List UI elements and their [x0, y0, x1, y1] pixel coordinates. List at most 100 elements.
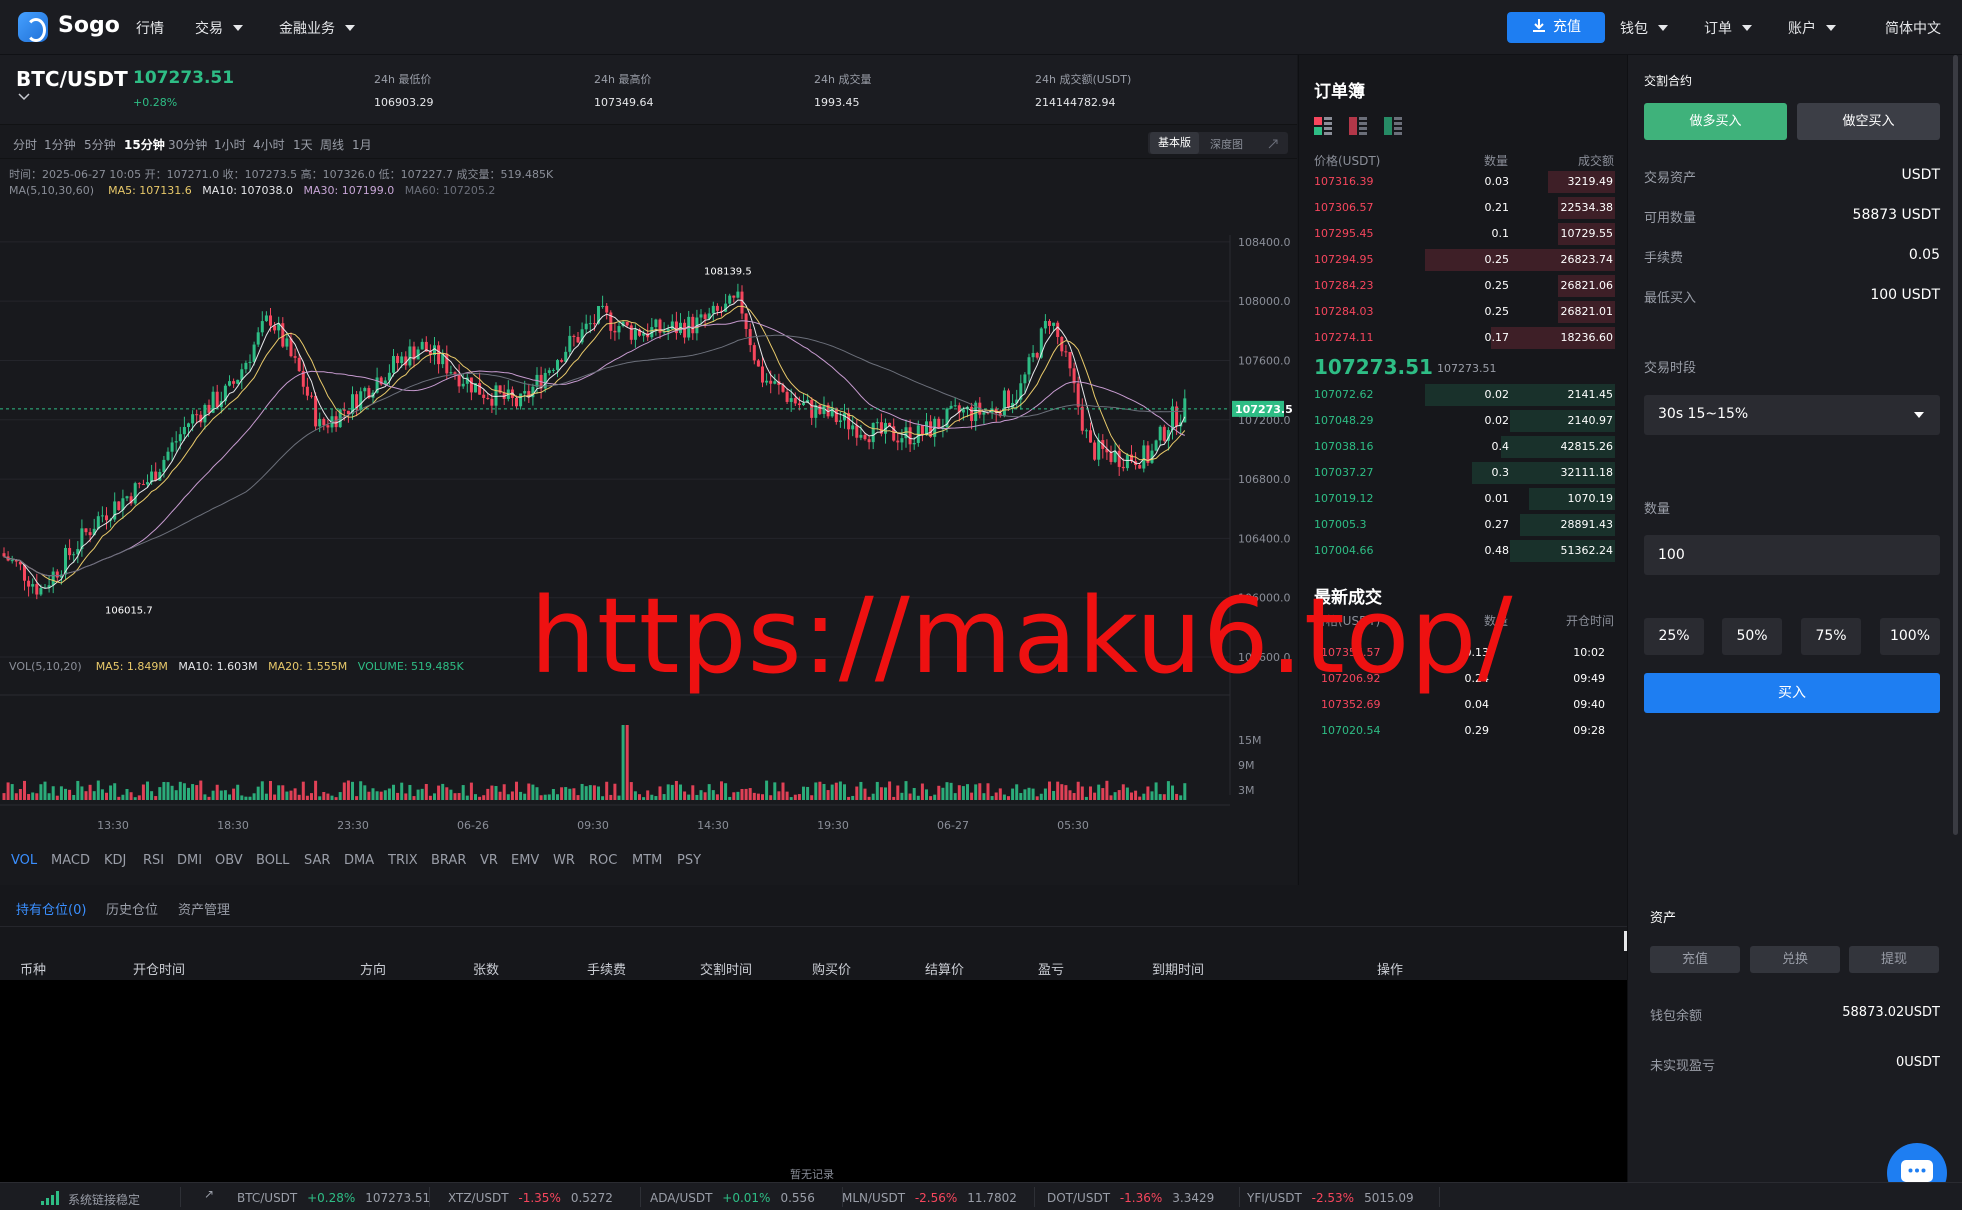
nav-trade[interactable]: 交易 [195, 18, 243, 38]
collapse-icon[interactable]: ↗ [204, 1187, 214, 1201]
candle-body [855, 425, 859, 438]
tf-item[interactable]: 周线 [320, 136, 344, 153]
pair-selector[interactable]: BTC/USDT [16, 67, 128, 91]
nav-wallet[interactable]: 钱包 [1620, 18, 1668, 38]
buy-long-button[interactable]: 做多买入 [1644, 103, 1787, 140]
book-asks-icon[interactable] [1349, 117, 1367, 135]
orderbook-row[interactable]: 107306.57 0.21 22534.38 [1299, 195, 1627, 221]
indicator-tab[interactable]: PSY [677, 853, 701, 868]
fee-value: 0.05 [1908, 247, 1940, 263]
volume-bar [449, 789, 453, 800]
indicator-tab[interactable]: MACD [51, 853, 90, 868]
orderbook-row[interactable]: 107294.95 0.25 26823.74 [1299, 247, 1627, 273]
tf-item-active[interactable]: 15分钟 [124, 136, 165, 153]
volume-bar [219, 790, 223, 800]
tf-item[interactable]: 1天 [293, 136, 313, 153]
ticker-item[interactable]: ADA/USDT +0.01% 0.556 [650, 1191, 815, 1205]
volume-bar [560, 787, 564, 800]
orderbook-row[interactable]: 107284.03 0.25 26821.01 [1299, 299, 1627, 325]
nav-account[interactable]: 账户 [1788, 18, 1836, 38]
ticker-item[interactable]: MLN/USDT -2.56% 11.7802 [842, 1191, 1017, 1205]
orderbook-row[interactable]: 107284.23 0.25 26821.06 [1299, 273, 1627, 299]
indicator-tab[interactable]: DMA [344, 853, 374, 868]
indicator-tab[interactable]: TRIX [388, 853, 418, 868]
book-bids-icon[interactable] [1384, 117, 1402, 135]
asset-value: USDT [1901, 167, 1940, 183]
language-switch[interactable]: 简体中文 [1885, 18, 1941, 38]
tf-item[interactable]: 1月 [352, 136, 372, 153]
buy-short-button[interactable]: 做空买入 [1797, 103, 1940, 140]
indicator-tab[interactable]: RSI [143, 853, 164, 868]
tab-history-positions[interactable]: 历史仓位 [106, 899, 158, 918]
orderbook-row[interactable]: 107072.62 0.02 2141.45 [1299, 382, 1627, 408]
tf-item[interactable]: 1分钟 [44, 136, 76, 153]
row-qty: 0.48 [1484, 544, 1510, 557]
orderbook-row[interactable]: 107316.39 0.03 3219.49 [1299, 169, 1627, 195]
volume-bar [182, 783, 186, 800]
pct-50-button[interactable]: 50% [1722, 618, 1782, 655]
ticker-item[interactable]: BTC/USDT +0.28% 107273.51 [237, 1191, 430, 1205]
orderbook-row[interactable]: 107048.29 0.02 2140.97 [1299, 408, 1627, 434]
trade-qty: 0.04 [1464, 698, 1490, 711]
volume-bar [125, 788, 129, 800]
indicator-tab[interactable]: MTM [632, 853, 662, 868]
qty-input[interactable]: 100 [1644, 535, 1940, 575]
indicator-tab[interactable]: DMI [177, 853, 202, 868]
brand-name[interactable]: Sogo [58, 13, 120, 38]
nav-finance[interactable]: 金融业务 [279, 18, 355, 38]
buy-button[interactable]: 买入 [1644, 673, 1940, 713]
expand-icon[interactable] [1268, 139, 1278, 149]
orderbook-row[interactable]: 107005.3 0.27 28891.43 [1299, 512, 1627, 538]
pct-25-button[interactable]: 25% [1644, 618, 1704, 655]
orderbook-row[interactable]: 107019.12 0.01 1070.19 [1299, 486, 1627, 512]
tf-item[interactable]: 1小时 [214, 136, 246, 153]
chevron-down-icon[interactable] [18, 93, 30, 101]
last-price: 107273.51 [133, 68, 235, 88]
orderbook-row[interactable]: 107037.27 0.3 32111.18 [1299, 460, 1627, 486]
indicator-tab[interactable]: ROC [589, 853, 617, 868]
indicator-tab[interactable]: EMV [511, 853, 539, 868]
ticker-item[interactable]: DOT/USDT -1.36% 3.3429 [1047, 1191, 1214, 1205]
orderbook-row[interactable]: 107274.11 0.17 18236.60 [1299, 325, 1627, 351]
indicator-tab[interactable]: OBV [215, 853, 243, 868]
indicator-tab[interactable]: SAR [304, 853, 330, 868]
pct-100-button[interactable]: 100% [1880, 618, 1940, 655]
withdraw-button[interactable]: 提现 [1849, 946, 1939, 973]
exchange-button[interactable]: 兑换 [1750, 946, 1840, 973]
price-tick-label: 108400.0 [1238, 236, 1291, 249]
nav-orders[interactable]: 订单 [1704, 18, 1752, 38]
view-depth[interactable]: 深度图 [1210, 136, 1243, 152]
row-qty: 0.4 [1491, 440, 1510, 453]
volume-bar [863, 788, 867, 800]
pct-75-button[interactable]: 75% [1801, 618, 1861, 655]
volume-bar [966, 784, 969, 800]
indicator-tab-active[interactable]: VOL [11, 853, 37, 868]
indicator-tab[interactable]: BOLL [256, 853, 289, 868]
period-select[interactable]: 30s 15~15% [1644, 395, 1940, 435]
brand-logo-icon[interactable] [18, 12, 48, 42]
scrollbar[interactable] [1953, 55, 1958, 835]
ticker-item[interactable]: XTZ/USDT -1.35% 0.5272 [448, 1191, 613, 1205]
tf-item[interactable]: 30分钟 [168, 136, 207, 153]
tab-open-positions[interactable]: 持有仓位(0) [16, 899, 87, 932]
book-both-icon[interactable] [1314, 117, 1332, 135]
indicator-tab[interactable]: VR [480, 853, 498, 868]
indicator-tab[interactable]: KDJ [104, 853, 126, 868]
orderbook-row[interactable]: 107295.45 0.1 10729.55 [1299, 221, 1627, 247]
recharge-button[interactable]: 充值 [1507, 12, 1605, 43]
ticker-item[interactable]: YFI/USDT -2.53% 5015.09 [1247, 1191, 1414, 1205]
deposit-button[interactable]: 充值 [1650, 946, 1740, 973]
indicator-tab[interactable]: WR [553, 853, 575, 868]
stat-low-value: 106903.29 [374, 96, 434, 109]
nav-market[interactable]: 行情 [136, 18, 164, 38]
volume-bar [715, 794, 719, 800]
tf-item[interactable]: 分时 [13, 136, 37, 153]
kline-chart[interactable]: 108400.0108000.0107600.0107200.0106800.0… [0, 235, 1297, 847]
orderbook-row[interactable]: 107038.16 0.4 42815.26 [1299, 434, 1627, 460]
tab-asset-management[interactable]: 资产管理 [178, 899, 230, 918]
tf-item[interactable]: 5分钟 [84, 136, 116, 153]
orderbook-row[interactable]: 107004.66 0.48 51362.24 [1299, 538, 1627, 564]
view-basic[interactable]: 基本版 [1150, 132, 1199, 154]
indicator-tab[interactable]: BRAR [431, 853, 466, 868]
tf-item[interactable]: 4小时 [253, 136, 285, 153]
